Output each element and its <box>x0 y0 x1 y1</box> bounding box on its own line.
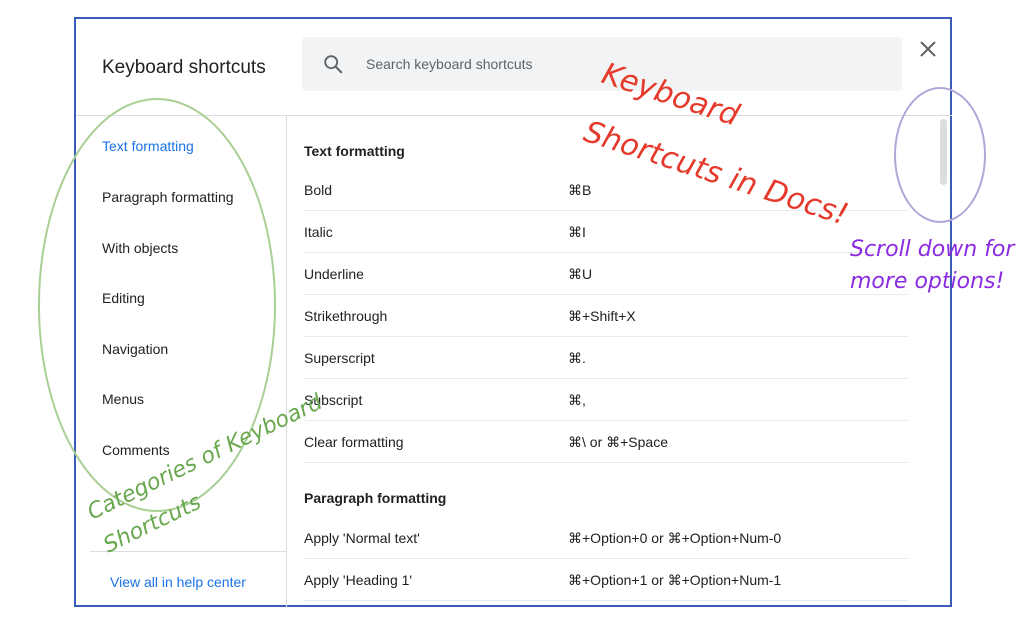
section-heading: Paragraph formatting <box>304 490 447 506</box>
shortcut-keys: ⌘I <box>568 224 586 240</box>
category-sidebar: Text formatting Paragraph formatting Wit… <box>76 116 286 606</box>
shortcut-keys: ⌘+Shift+X <box>568 308 636 324</box>
sidebar-bottom-divider <box>90 551 286 552</box>
scrollbar-thumb[interactable] <box>940 119 947 185</box>
table-row: Apply 'Heading 1' ⌘+Option+1 or ⌘+Option… <box>304 558 908 601</box>
table-row: Superscript ⌘. <box>304 336 908 379</box>
sidebar-item-menus[interactable]: Menus <box>102 391 144 407</box>
sidebar-item-with-objects[interactable]: With objects <box>102 240 178 256</box>
shortcut-keys: ⌘U <box>568 266 593 282</box>
sidebar-item-text-formatting[interactable]: Text formatting <box>102 138 194 154</box>
sidebar-item-editing[interactable]: Editing <box>102 290 145 306</box>
table-row: Italic ⌘I <box>304 210 908 253</box>
shortcut-name: Bold <box>304 182 333 198</box>
shortcut-name: Strikethrough <box>304 308 388 324</box>
table-row: Bold ⌘B <box>304 168 908 211</box>
table-row: Strikethrough ⌘+Shift+X <box>304 294 908 337</box>
shortcut-name: Clear formatting <box>304 434 404 450</box>
search-box[interactable] <box>302 37 902 91</box>
shortcut-name: Apply 'Heading 1' <box>304 572 413 588</box>
table-row: Clear formatting ⌘\ or ⌘+Space <box>304 420 908 463</box>
table-row: Apply 'Normal text' ⌘+Option+0 or ⌘+Opti… <box>304 516 908 559</box>
dialog-title: Keyboard shortcuts <box>102 57 266 78</box>
shortcuts-dialog: Keyboard shortcuts Text formatting Parag… <box>74 17 952 607</box>
close-icon[interactable] <box>916 37 940 61</box>
shortcut-name: Subscript <box>304 392 363 408</box>
sidebar-item-paragraph-formatting[interactable]: Paragraph formatting <box>102 189 234 205</box>
table-row: Subscript ⌘, <box>304 378 908 421</box>
table-row: Underline ⌘U <box>304 252 908 295</box>
sidebar-item-navigation[interactable]: Navigation <box>102 341 168 357</box>
shortcut-keys: ⌘B <box>568 182 592 198</box>
shortcut-keys: ⌘, <box>568 392 586 408</box>
shortcut-name: Superscript <box>304 350 375 366</box>
shortcut-keys: ⌘+Option+1 or ⌘+Option+Num-1 <box>568 572 782 588</box>
shortcut-keys: ⌘. <box>568 350 586 366</box>
shortcut-name: Apply 'Normal text' <box>304 530 420 546</box>
sidebar-item-comments[interactable]: Comments <box>102 442 170 458</box>
shortcut-keys: ⌘\ or ⌘+Space <box>568 434 668 450</box>
shortcut-name: Underline <box>304 266 364 282</box>
shortcut-name: Italic <box>304 224 333 240</box>
search-input[interactable] <box>364 51 868 77</box>
shortcut-keys: ⌘+Option+0 or ⌘+Option+Num-0 <box>568 530 782 546</box>
help-center-link[interactable]: View all in help center <box>110 574 246 590</box>
section-heading: Text formatting <box>304 143 405 159</box>
shortcuts-list: Text formatting Bold ⌘B Italic ⌘I Underl… <box>287 116 927 606</box>
search-icon <box>324 55 343 74</box>
